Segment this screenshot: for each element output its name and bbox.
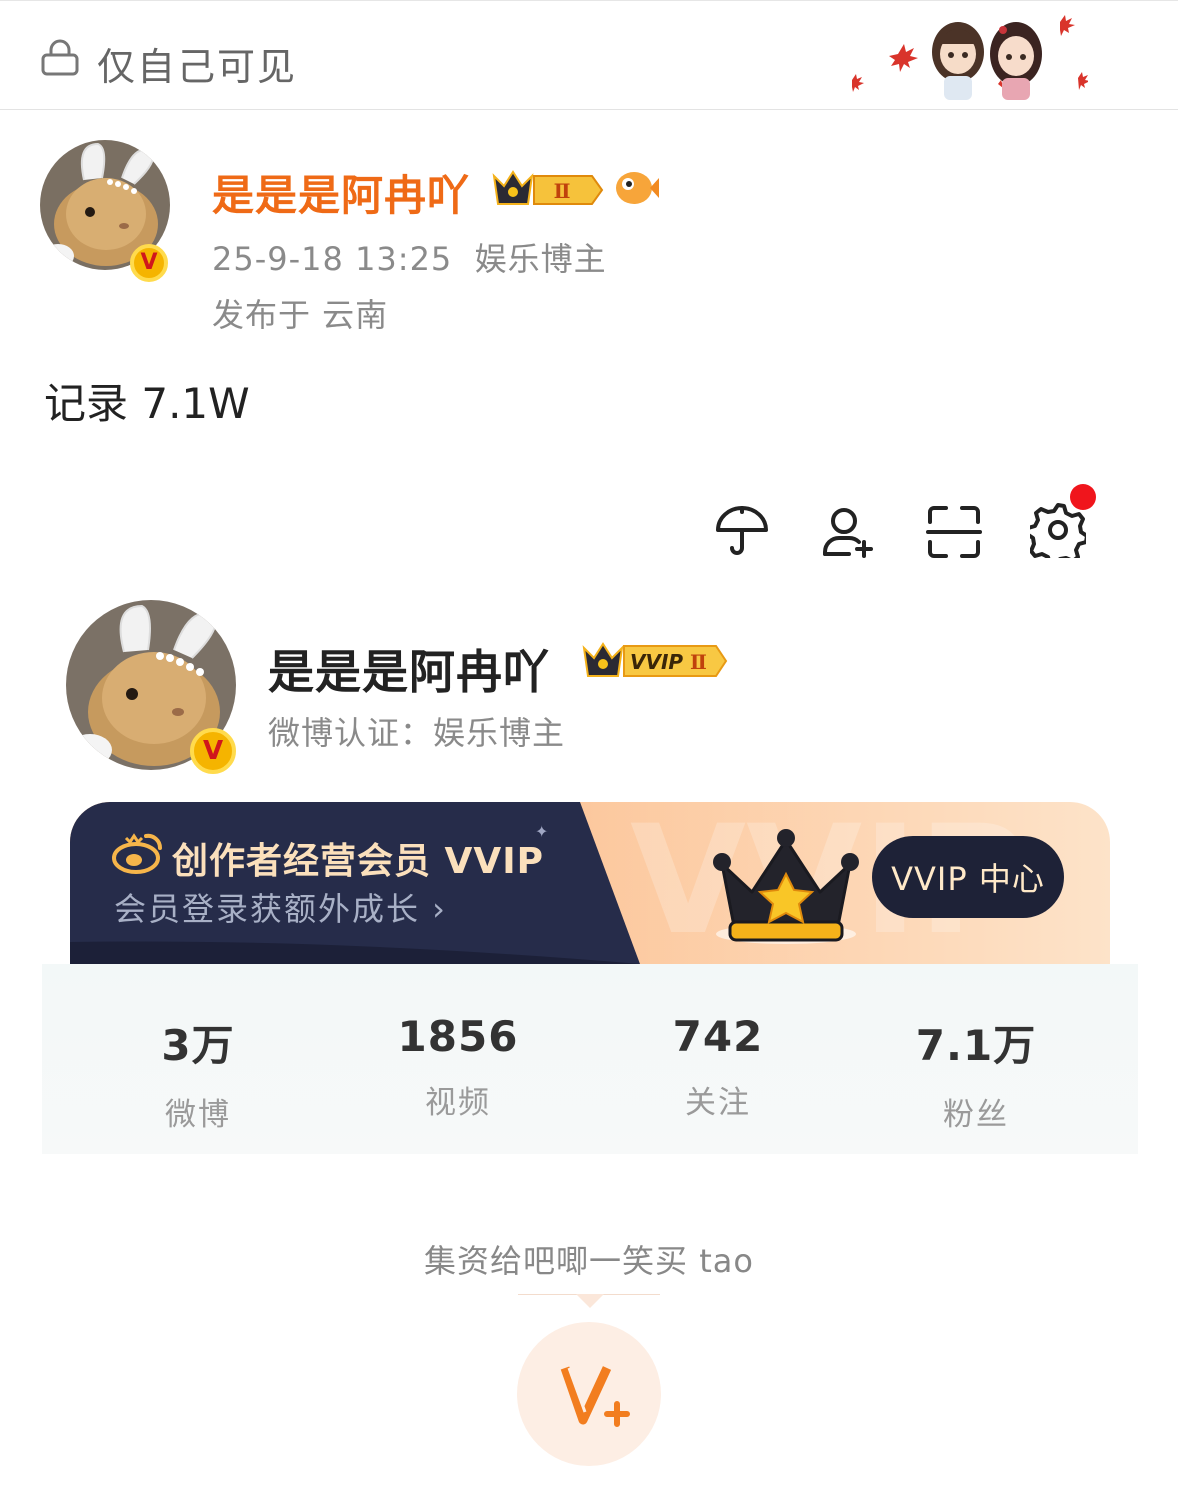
v-plus-button[interactable] (517, 1322, 661, 1466)
profile-verified-badge-icon: V (190, 728, 236, 774)
verified-badge-icon: V (130, 244, 168, 282)
post-author-name[interactable]: 是是是阿冉吖 (212, 162, 470, 223)
stat-label: 视频 (425, 1085, 491, 1121)
vvip-badge-text: VVIP (630, 650, 683, 674)
footer-slogan: 集资给吧唧一笑买 tao (424, 1242, 754, 1280)
vvip-level-badge-icon[interactable]: VVIP Ⅱ (580, 638, 730, 682)
post-meta: 25-9-18 13:25 娱乐博主 (212, 234, 607, 280)
stat-value: 742 (672, 1012, 764, 1061)
stat-label: 关注 (685, 1085, 751, 1121)
umbrella-icon[interactable] (714, 504, 770, 560)
vvip-center-button[interactable]: VVIP 中心 (872, 836, 1064, 918)
crown-icon (713, 829, 859, 944)
stat-followers[interactable]: 7.1万 粉丝 (876, 1012, 1076, 1134)
stat-label: 粉丝 (943, 1097, 1009, 1133)
settings-icon[interactable] (1030, 502, 1086, 558)
banner-subtitle[interactable]: 会员登录获额外成长 › (114, 884, 447, 930)
post-content: 记录 7.1W (44, 379, 250, 428)
post-location: 发布于 云南 (212, 296, 389, 334)
crown-level-text: Ⅱ (554, 179, 571, 203)
stat-following[interactable]: 742 关注 (618, 1012, 818, 1122)
post-datetime: 25-9-18 13:25 (212, 240, 453, 278)
stat-value: 7.1万 (915, 1021, 1037, 1070)
v-plus-icon (560, 1366, 630, 1427)
post-author-tag: 娱乐博主 (474, 240, 607, 278)
sparkle-icon: ✦ (535, 822, 549, 841)
stat-value: 1856 (397, 1012, 519, 1061)
weibo-logo-icon (112, 833, 163, 874)
profile-name: 是是是阿冉吖 (268, 645, 550, 699)
notification-dot (1070, 484, 1096, 510)
profile-certification: 微博认证：娱乐博主 (268, 714, 566, 752)
stat-video[interactable]: 1856 视频 (358, 1012, 558, 1122)
stat-label: 微博 (165, 1097, 231, 1133)
banner-title: 创作者经营会员 VVIP (172, 841, 545, 882)
visibility-label[interactable]: 仅自己可见 (97, 36, 297, 91)
lock-icon (41, 39, 79, 76)
add-user-icon[interactable] (820, 504, 876, 560)
vvip-level-text: Ⅱ (690, 650, 707, 674)
stat-weibo[interactable]: 3万 微博 (98, 1012, 298, 1134)
chibi-decoration-image (852, 15, 1088, 100)
tooltip-pointer (576, 1294, 604, 1308)
crown-level-badge-icon: Ⅱ (492, 170, 604, 205)
fish-emoji-icon (616, 172, 659, 204)
stat-value: 3万 (161, 1021, 235, 1070)
scan-icon[interactable] (926, 504, 982, 560)
